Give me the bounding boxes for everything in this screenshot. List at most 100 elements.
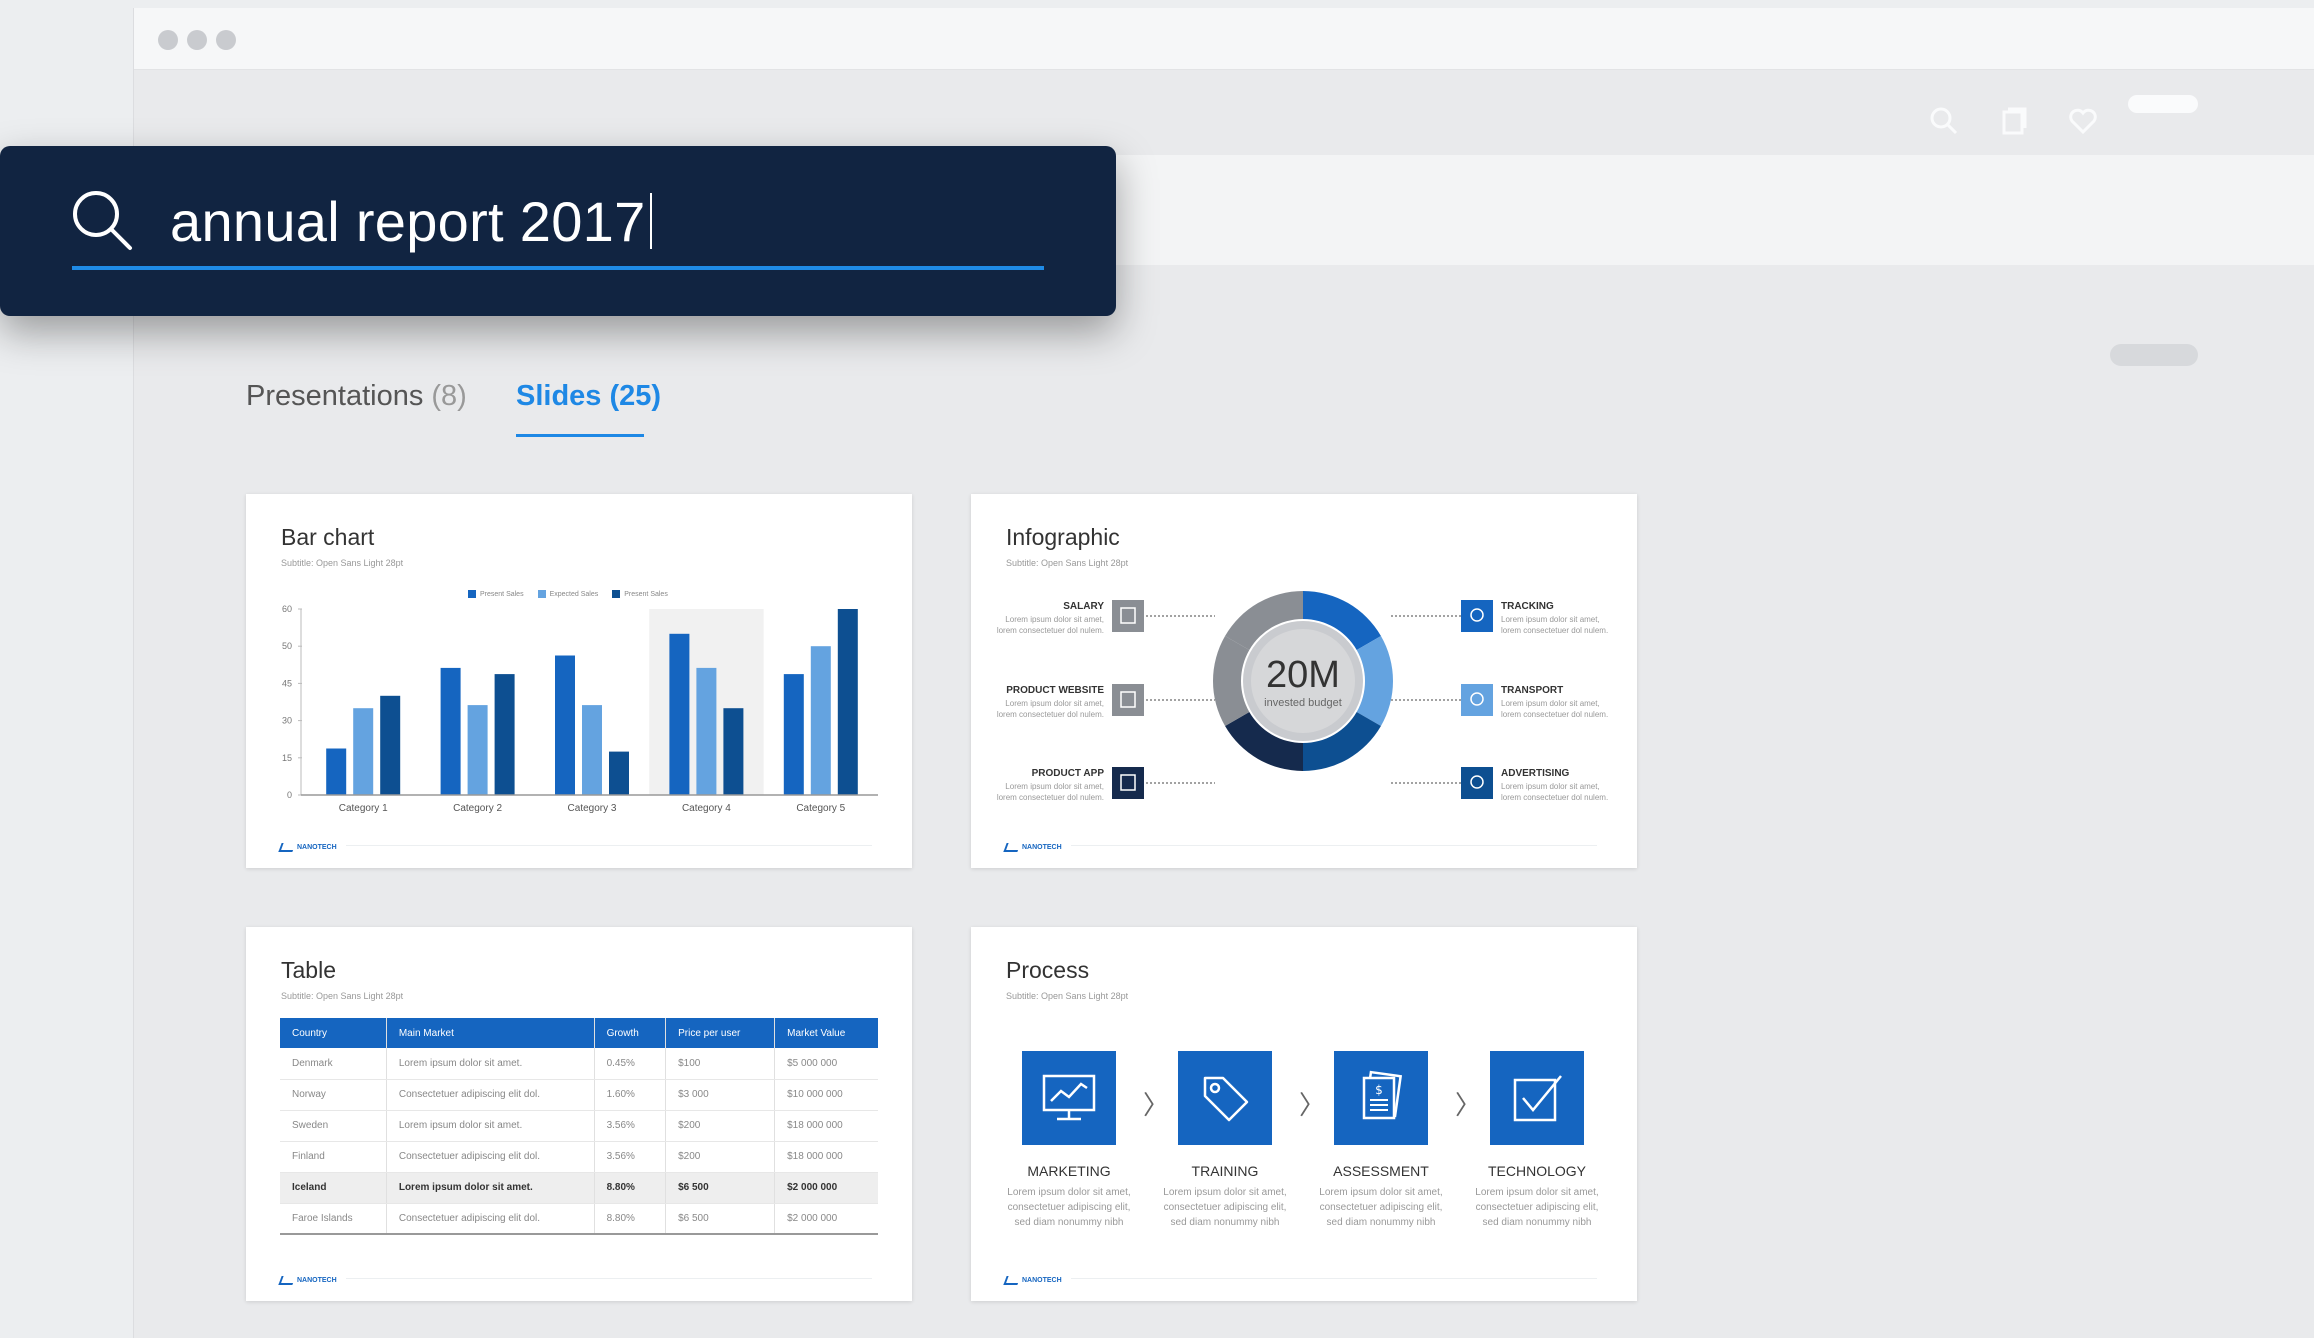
tab-presentations[interactable]: Presentations (8) (246, 380, 467, 413)
item-text: Lorem ipsum dolor sit amet, (1501, 782, 1600, 791)
slide-title: Process (1006, 957, 1090, 983)
x-tick-label: Category 3 (568, 803, 617, 814)
megaphone-icon (1461, 767, 1493, 799)
table-cell: Lorem ipsum dolor sit amet. (385, 1110, 595, 1142)
item-text: lorem consectetuer dol nulem. (1501, 626, 1608, 635)
tab-slides[interactable]: Slides (25) (516, 380, 661, 413)
item-text: lorem consectetuer dol nulem. (1501, 710, 1608, 719)
item-text: lorem consectetuer dol nulem. (1501, 793, 1608, 802)
search-icon[interactable] (1929, 106, 1959, 136)
table-cell: 3.56% (593, 1110, 666, 1142)
column-header: Market Value (774, 1018, 878, 1048)
process-step: TECHNOLOGY Lorem ipsum dolor sit amet, c… (1462, 1051, 1612, 1230)
slide-title: Infographic (1006, 524, 1120, 550)
bar (380, 695, 401, 795)
item-label: PRODUCT WEBSITE (1006, 685, 1104, 696)
process-step: MARKETING Lorem ipsum dolor sit amet, co… (994, 1051, 1144, 1230)
bar-chart: 0 15 30 45 50 60 Category 1 Category 2 Category … (282, 604, 878, 814)
phone-icon (1112, 767, 1144, 799)
table-cell: $6 500 (665, 1172, 775, 1204)
svg-text:$: $ (1375, 1083, 1383, 1097)
table-cell: $6 500 (665, 1203, 775, 1235)
laptop-icon (1112, 684, 1144, 716)
table-cell: Finland (280, 1141, 387, 1173)
bar (467, 705, 488, 795)
table-cell: 0.45% (593, 1048, 666, 1080)
nanotech-logo: NANOTECH (278, 843, 337, 852)
table-cell: Faroe Islands (280, 1203, 387, 1235)
center-label: invested budget (1264, 697, 1342, 709)
slide-subtitle: Subtitle: Open Sans Light 28pt (281, 991, 404, 1001)
slide-title: Table (281, 957, 336, 983)
search-box[interactable]: annual report 2017 (0, 146, 1116, 316)
table-cell: $100 (665, 1048, 775, 1080)
table-row: Iceland Lorem ipsum dolor sit amet. 8.80% $… (280, 1172, 878, 1204)
copy-icon[interactable] (1999, 106, 2029, 136)
slide-subtitle: Subtitle: Open Sans Light 28pt (1006, 991, 1129, 1001)
table-cell: $2 000 000 (774, 1203, 878, 1235)
step-label: MARKETING (1027, 1163, 1111, 1179)
search-input[interactable]: annual report 2017 (170, 188, 652, 255)
legend-item: Expected Sales (537, 590, 598, 598)
step-description: Lorem ipsum dolor sit amet, consectetuer… (1475, 1187, 1599, 1228)
bar (609, 751, 629, 795)
chart-legend: Present Sales Expected Sales Present Sal… (468, 590, 668, 598)
tab-count: (8) (431, 380, 467, 412)
truck-icon (1461, 684, 1493, 716)
bar (582, 705, 602, 795)
footer-divider (346, 845, 872, 846)
y-tick-label: 60 (282, 604, 292, 614)
item-label: TRACKING (1501, 601, 1554, 612)
slide-subtitle: Subtitle: Open Sans Light 28pt (1006, 558, 1129, 568)
table-cell: 8.80% (593, 1203, 666, 1235)
nanotech-logo: NANOTECH (278, 1276, 337, 1285)
slide-title: Bar chart (281, 524, 375, 550)
bar (555, 655, 575, 795)
sort-pill[interactable] (2110, 344, 2198, 366)
item-text: lorem consectetuer dol nulem. (997, 793, 1104, 802)
item-text: Lorem ipsum dolor sit amet, (1501, 699, 1600, 708)
heart-icon[interactable] (2068, 106, 2098, 136)
window-dot[interactable] (216, 30, 236, 50)
tab-label: Slides (25) (516, 380, 662, 412)
table-cell: $3 000 (665, 1079, 775, 1111)
table-cell: Consectetuer adipiscing elit dol. (385, 1203, 595, 1235)
step-label: TRAINING (1191, 1163, 1259, 1179)
slide-card-table[interactable]: Table Subtitle: Open Sans Light 28pt Cou… (246, 927, 912, 1301)
table-cell: $200 (665, 1110, 775, 1142)
item-label: SALARY (1063, 601, 1104, 612)
y-tick-label: 15 (282, 753, 292, 763)
slide-card-bar-chart[interactable]: Bar chart Subtitle: Open Sans Light 28pt… (246, 494, 912, 868)
checkbox-icon (1490, 1051, 1584, 1145)
table-header-row: Country Main Market Growth Price per use… (280, 1018, 878, 1048)
process-step: TRAINING Lorem ipsum dolor sit amet, con… (1150, 1051, 1300, 1230)
table-cell: 8.80% (593, 1172, 666, 1204)
table-cell: $200 (665, 1141, 775, 1173)
x-tick-label: Category 5 (796, 803, 845, 814)
toolbar (134, 70, 2314, 155)
table-cell: $10 000 000 (774, 1079, 878, 1111)
search-underline (72, 266, 1044, 270)
bar (440, 667, 461, 795)
table-cell: Lorem ipsum dolor sit amet. (385, 1048, 595, 1080)
table-cell: 3.56% (593, 1141, 666, 1173)
table-row: Denmark Lorem ipsum dolor sit amet. 0.45% $… (280, 1048, 878, 1080)
table-row: Sweden Lorem ipsum dolor sit amet. 3.56% $2… (280, 1110, 878, 1142)
x-tick-label: Category 4 (682, 803, 731, 814)
window-dot[interactable] (158, 30, 178, 50)
account-pill[interactable] (2128, 95, 2198, 113)
table-row: Finland Consectetuer adipiscing elit dol.… (280, 1141, 878, 1173)
slide-card-process[interactable]: Process Subtitle: Open Sans Light 28pt M… (971, 927, 1637, 1301)
active-tab-underline (516, 434, 644, 437)
bar (783, 674, 804, 795)
table-cell: $18 000 000 (774, 1110, 878, 1142)
window-dot[interactable] (187, 30, 207, 50)
bar (810, 646, 831, 795)
title-bar (134, 8, 2314, 70)
table-cell: $18 000 000 (774, 1141, 878, 1173)
nanotech-logo: NANOTECH (1003, 1276, 1062, 1285)
slide-card-infographic[interactable]: Infographic Subtitle: Open Sans Light 28… (971, 494, 1637, 868)
column-header: Main Market (385, 1018, 595, 1048)
person-icon (1112, 600, 1144, 632)
center-value: 20M (1266, 654, 1340, 696)
